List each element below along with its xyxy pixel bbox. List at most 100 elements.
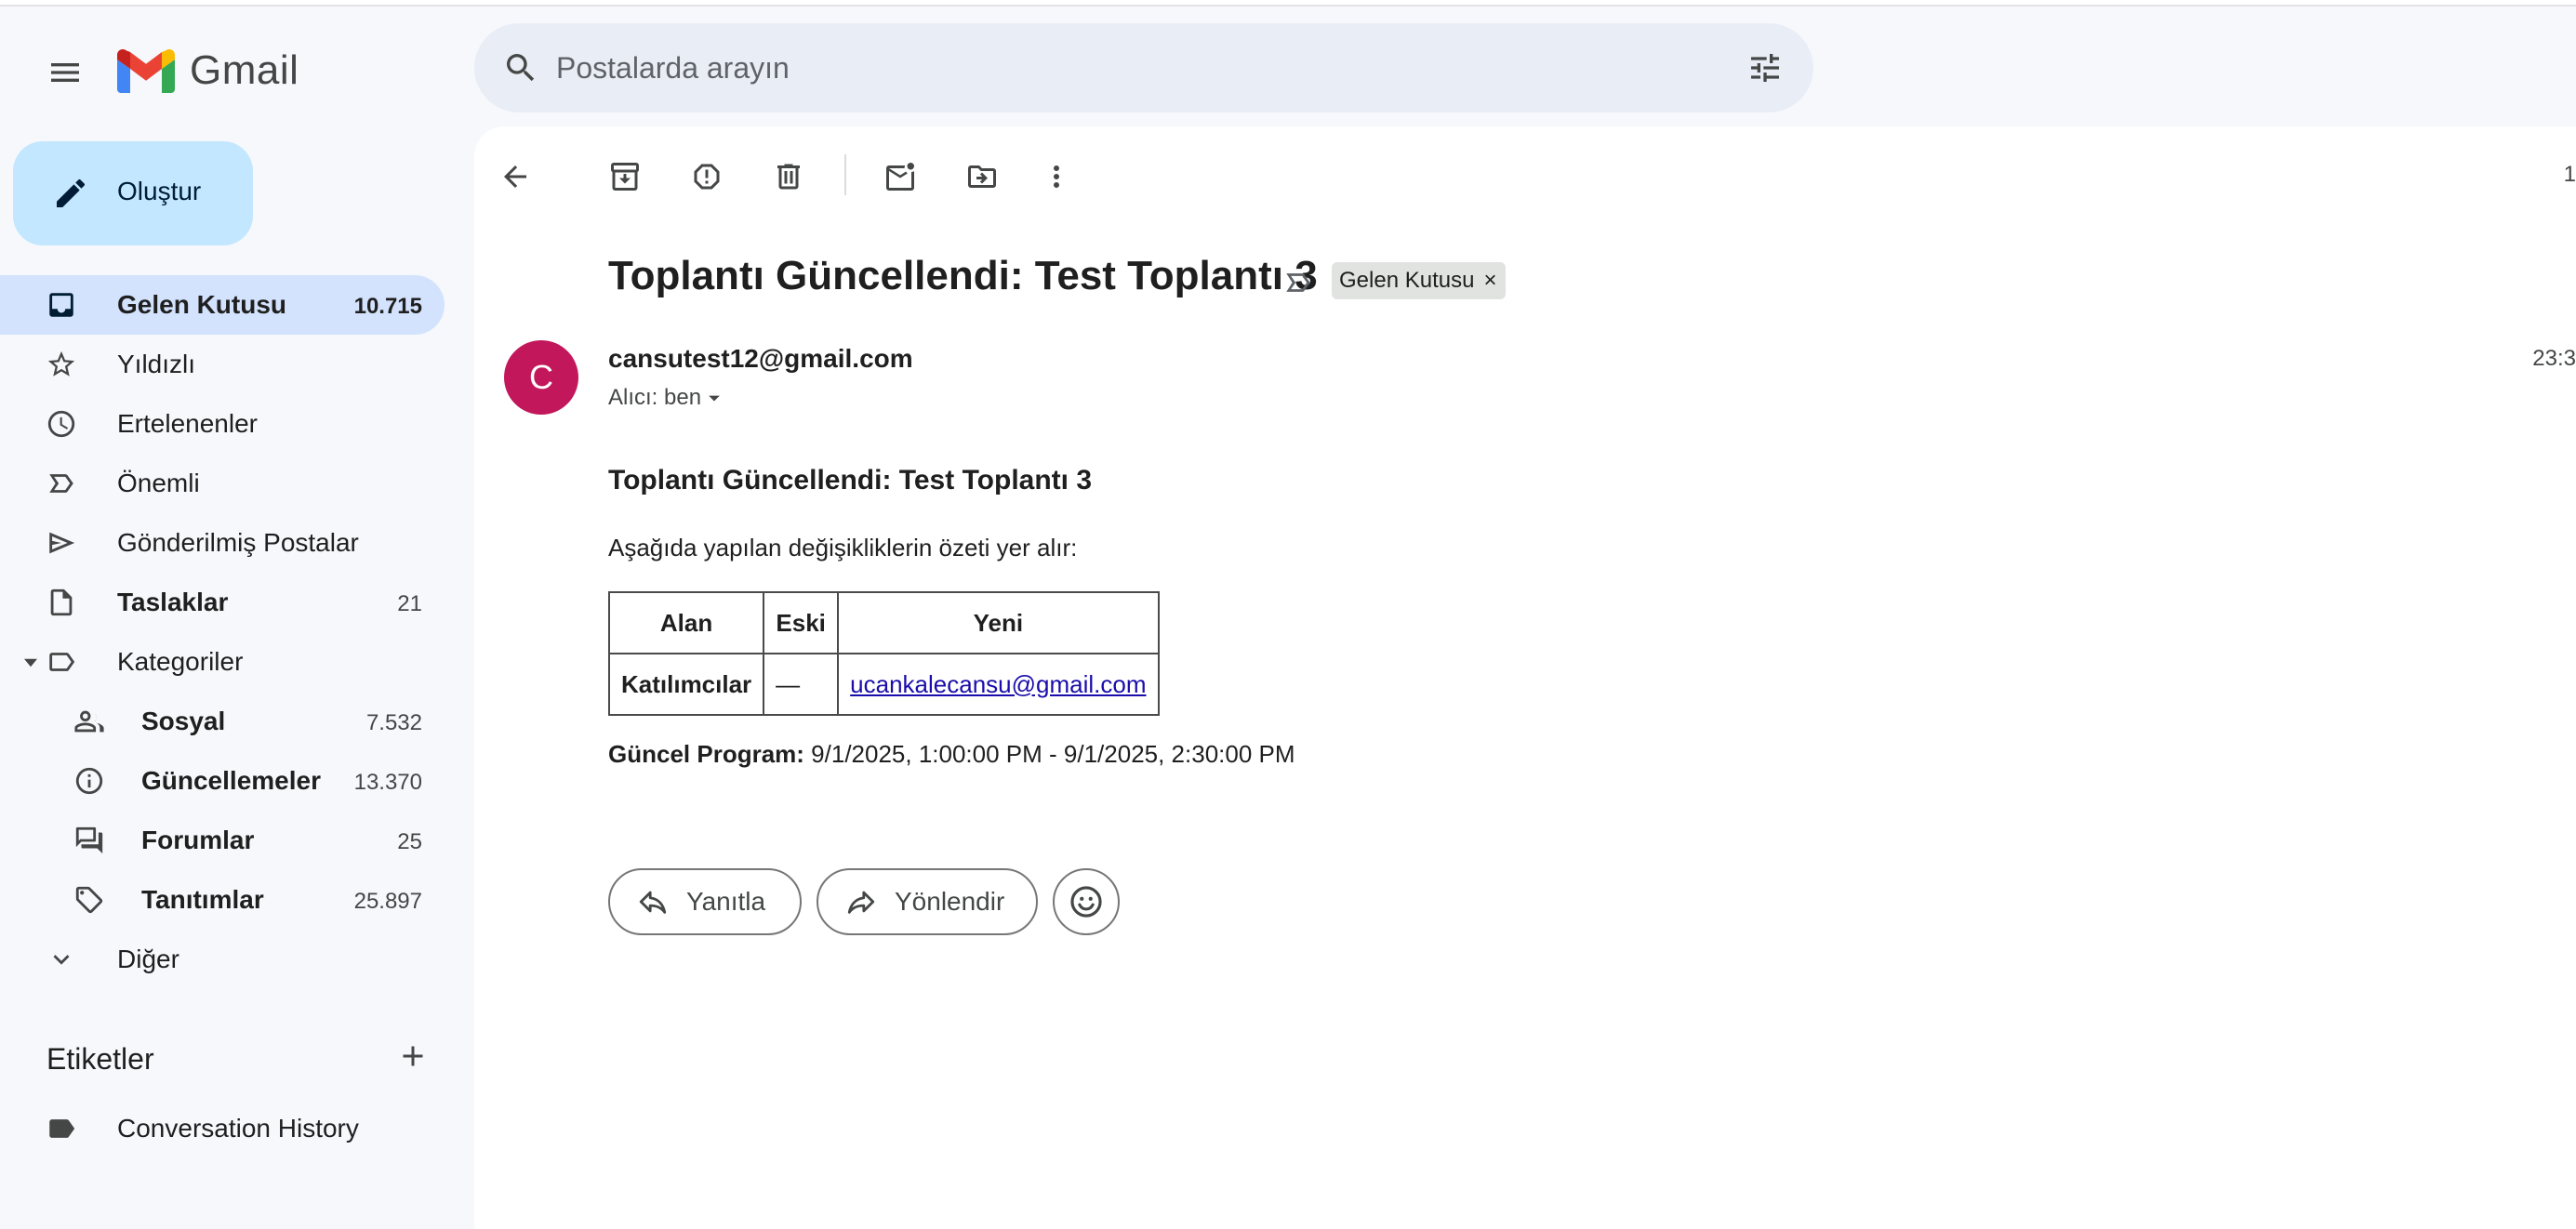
- email-timestamp: 23:3: [2532, 346, 2576, 371]
- tag-icon: [73, 883, 106, 917]
- sidebar-item-sent[interactable]: Gönderilmiş Postalar: [0, 513, 445, 573]
- search-button[interactable]: [498, 46, 543, 90]
- send-icon: [45, 526, 78, 560]
- table-header-row: Alan Eski Yeni: [607, 591, 1160, 654]
- important-icon: [1286, 273, 1310, 292]
- important-marker-button[interactable]: [1280, 264, 1317, 301]
- mark-unread-icon: [886, 163, 914, 191]
- table-cell: —: [763, 653, 840, 716]
- sidebar-item-label: Conversation History: [117, 1114, 359, 1143]
- sidebar-item-drafts[interactable]: Taslaklar 21: [0, 573, 445, 632]
- recipient-details[interactable]: Alıcı: ben: [608, 385, 727, 411]
- sidebar: Oluştur Gelen Kutusu 10.715 Yıldızlı Ert…: [0, 126, 474, 1229]
- sidebar-item-label: Yıldızlı: [117, 350, 196, 378]
- sidebar-item-label: Gönderilmiş Postalar: [117, 528, 359, 557]
- top-border: [0, 0, 2576, 7]
- inbox-label-chip: Gelen Kutusu ×: [1332, 262, 1507, 299]
- sidebar-item-label: Gelen Kutusu: [117, 290, 287, 319]
- unread-count: 10.715: [353, 294, 422, 319]
- forward-button[interactable]: Yönlendir: [817, 868, 1038, 935]
- category-count: 7.532: [365, 710, 422, 735]
- trash-icon: [777, 164, 800, 190]
- caret-down-icon[interactable]: [24, 656, 37, 669]
- sidebar-item-more[interactable]: Diğer: [0, 930, 445, 989]
- toolbar-divider: [844, 154, 846, 195]
- create-label-button[interactable]: [391, 1034, 435, 1078]
- hamburger-menu-icon: [51, 63, 79, 82]
- body-intro: Aşağıda yapılan değişikliklerin özeti ye…: [608, 534, 1078, 562]
- chevron-down-icon: [45, 943, 78, 976]
- draft-icon: [45, 586, 78, 619]
- message-view: 1 Toplantı Güncellendi: Test Toplantı 3 …: [474, 126, 2576, 1229]
- sidebar-item-important[interactable]: Önemli: [0, 454, 445, 513]
- column-header: Alan: [607, 591, 765, 654]
- column-header: Eski: [763, 591, 840, 654]
- draft-count: 21: [397, 591, 422, 616]
- sender-avatar[interactable]: C: [504, 340, 578, 415]
- emoji-reaction-button[interactable]: [1053, 868, 1120, 935]
- pencil-icon: [48, 171, 93, 216]
- report-icon: [694, 164, 720, 190]
- attendee-email-link[interactable]: ucankalecansu@gmail.com: [850, 670, 1146, 698]
- more-options-button[interactable]: [1030, 151, 1082, 203]
- tune-icon: [1751, 54, 1779, 82]
- updated-schedule: Güncel Program: 9/1/2025, 1:00:00 PM - 9…: [608, 740, 1295, 769]
- important-icon: [45, 467, 78, 500]
- caret-down-icon: [709, 395, 720, 402]
- archive-button[interactable]: [599, 151, 651, 203]
- column-header: Yeni: [837, 591, 1160, 654]
- body-heading: Toplantı Güncellendi: Test Toplantı 3: [608, 465, 1093, 496]
- table-cell: ucankalecansu@gmail.com: [837, 653, 1160, 716]
- table-cell: Katılımcılar: [607, 653, 765, 716]
- sidebar-item-snoozed[interactable]: Ertelenenler: [0, 394, 445, 454]
- archive-icon: [611, 163, 639, 191]
- reply-icon: [636, 885, 670, 918]
- sidebar-item-social[interactable]: Sosyal 7.532: [0, 692, 445, 751]
- delete-button[interactable]: [763, 151, 815, 203]
- back-button[interactable]: [489, 151, 541, 203]
- forward-label: Yönlendir: [895, 887, 1005, 916]
- program-label: Güncel Program:: [608, 740, 804, 768]
- label-filled-icon: [45, 1112, 78, 1145]
- sidebar-item-inbox[interactable]: Gelen Kutusu 10.715: [0, 275, 445, 335]
- report-spam-button[interactable]: [681, 151, 733, 203]
- mark-unread-button[interactable]: [874, 151, 926, 203]
- smiley-icon: [1070, 886, 1102, 918]
- sidebar-item-label: Ertelenenler: [117, 409, 258, 438]
- move-folder-icon: [968, 165, 996, 188]
- arrow-back-icon: [504, 165, 526, 188]
- main-menu-button[interactable]: [35, 43, 95, 102]
- category-count: 13.370: [353, 770, 422, 795]
- sidebar-item-label: Taslaklar: [117, 588, 229, 616]
- reply-button[interactable]: Yanıtla: [608, 868, 802, 935]
- sidebar-item-starred[interactable]: Yıldızlı: [0, 335, 445, 394]
- gmail-m-icon: [117, 48, 175, 93]
- chip-label: Gelen Kutusu: [1339, 268, 1475, 293]
- sidebar-item-label: Diğer: [117, 945, 179, 973]
- sidebar-item-label: Önemli: [117, 469, 200, 497]
- remove-label-button[interactable]: ×: [1483, 268, 1496, 294]
- recipient-label: Alıcı: ben: [608, 385, 702, 410]
- gmail-logo[interactable]: Gmail: [117, 45, 299, 97]
- sender-email[interactable]: cansutest12@gmail.com: [608, 344, 913, 374]
- sidebar-item-label: Forumlar: [141, 826, 255, 854]
- sidebar-item-forums[interactable]: Forumlar 25: [0, 811, 445, 870]
- sidebar-item-promotions[interactable]: Tanıtımlar 25.897: [0, 870, 445, 930]
- changes-table: Alan Eski Yeni Katılımcılar — ucankaleca…: [607, 591, 1160, 716]
- category-count: 25.897: [353, 889, 422, 914]
- sidebar-item-updates[interactable]: Güncellemeler 13.370: [0, 751, 445, 811]
- move-to-button[interactable]: [956, 151, 1008, 203]
- clock-icon: [45, 407, 78, 441]
- sidebar-item-categories[interactable]: Kategoriler: [0, 632, 445, 692]
- sidebar-item-label: Kategoriler: [117, 647, 244, 676]
- search-input[interactable]: [556, 44, 1672, 92]
- sidebar-item-label: Sosyal: [141, 707, 226, 735]
- sidebar-item-label: Tanıtımlar: [141, 885, 264, 914]
- sidebar-item-conversation-history[interactable]: Conversation History: [0, 1099, 445, 1158]
- labels-heading: Etiketler: [46, 1042, 154, 1076]
- people-icon: [73, 705, 106, 738]
- plus-icon: [403, 1046, 423, 1066]
- star-icon: [45, 348, 78, 381]
- compose-button[interactable]: Oluştur: [13, 141, 253, 245]
- search-options-button[interactable]: [1743, 46, 1787, 90]
